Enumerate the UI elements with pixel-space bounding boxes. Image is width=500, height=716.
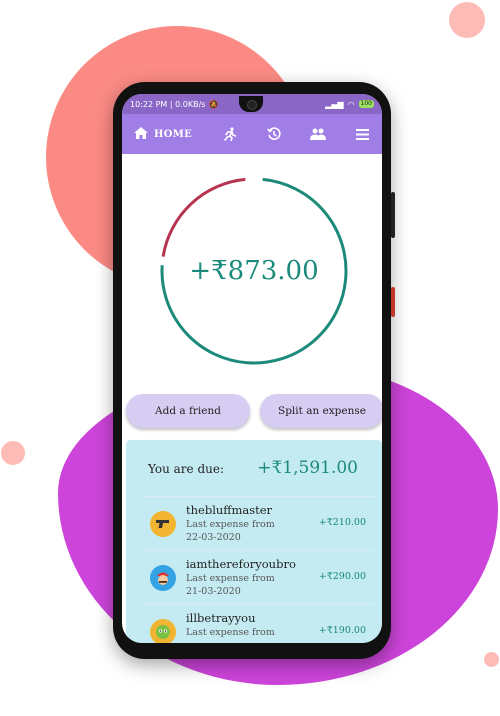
app-bar: HOME <box>122 114 382 154</box>
background-dot <box>449 2 485 38</box>
alien-icon <box>150 619 176 643</box>
wifi-icon: ◠ <box>347 99 355 109</box>
last-expense: Last expense from 21-03-2020 <box>186 572 275 598</box>
phone-frame: 10:22 PM | 0.0KB/s 🔕 ▂▄▆ ◠ 100 HOME +₹87… <box>113 82 395 659</box>
friend-name: illbetrayyou <box>186 611 256 625</box>
last-expense-label: Last expense from <box>186 519 275 530</box>
list-item[interactable]: thebluffmaster Last expense from 22-03-2… <box>144 496 374 551</box>
due-panel: You are due: +₹1,591.00 thebluffmaster L… <box>126 440 382 643</box>
friend-amount: +₹290.00 <box>318 571 366 582</box>
running-icon[interactable] <box>222 126 238 142</box>
history-icon[interactable] <box>266 126 282 142</box>
last-expense: Last expense from <box>186 626 275 639</box>
background-dot <box>1 441 25 465</box>
gun-icon <box>150 511 176 537</box>
add-friend-button[interactable]: Add a friend <box>126 394 250 428</box>
ring-segment-owes <box>161 177 246 257</box>
last-expense: Last expense from 22-03-2020 <box>186 518 275 544</box>
last-expense-label: Last expense from <box>186 627 275 638</box>
tab-home[interactable]: HOME <box>134 126 193 142</box>
battery-icon: 100 <box>358 100 374 108</box>
status-bar: 10:22 PM | 0.0KB/s 🔕 ▂▄▆ ◠ 100 <box>122 94 382 114</box>
last-expense-label: Last expense from <box>186 573 275 584</box>
last-expense-date: 22-03-2020 <box>186 532 241 543</box>
friend-name: iamthereforyoubro <box>186 557 296 571</box>
last-expense-date: 21-03-2020 <box>186 586 241 597</box>
bell-off-icon: 🔕 <box>208 99 219 109</box>
friends-icon[interactable] <box>310 126 326 142</box>
tab-home-label: HOME <box>154 128 193 140</box>
power-button <box>391 287 395 317</box>
phone-screen: 10:22 PM | 0.0KB/s 🔕 ▂▄▆ ◠ 100 HOME +₹87… <box>122 94 382 643</box>
camera-notch <box>239 96 263 112</box>
list-item[interactable]: illbetrayyou Last expense from +₹190.00 <box>144 604 374 643</box>
split-expense-button[interactable]: Split an expense <box>260 394 382 428</box>
background-dot <box>484 652 499 667</box>
balance-amount: +₹873.00 <box>189 256 319 286</box>
signal-icon: ▂▄▆ <box>325 99 344 109</box>
due-label: You are due: <box>148 462 225 476</box>
home-icon <box>134 126 148 142</box>
mario-icon <box>150 565 176 591</box>
friend-amount: +₹210.00 <box>318 517 366 528</box>
list-item[interactable]: iamthereforyoubro Last expense from 21-0… <box>144 550 374 605</box>
friend-name: thebluffmaster <box>186 503 273 517</box>
status-time: 10:22 PM | 0.0KB/s <box>130 99 206 109</box>
volume-button <box>391 192 395 238</box>
menu-icon[interactable] <box>354 126 370 142</box>
due-total: +₹1,591.00 <box>257 458 358 478</box>
friend-amount: +₹190.00 <box>318 625 366 636</box>
